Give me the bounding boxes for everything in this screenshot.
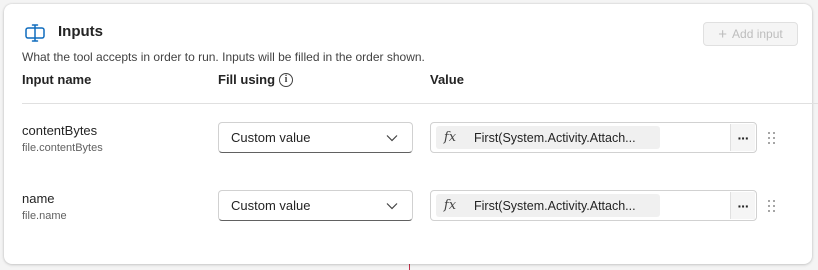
fill-using-selected: Custom value [231,130,311,145]
column-header-fill-using: Fill using i [218,72,294,87]
info-icon[interactable]: i [279,72,294,87]
section-description: What the tool accepts in order to run. I… [22,50,425,64]
more-options-button[interactable]: ··· [730,124,755,151]
column-header-input-name: Input name [22,72,92,87]
formula-chip[interactable]: fx First(System.Activity.Attach... [436,126,660,149]
fx-icon: fx [443,198,457,213]
fill-using-selected: Custom value [231,198,311,213]
value-field[interactable]: fx First(System.Activity.Attach... ··· [430,122,757,153]
inputs-card: Inputs What the tool accepts in order to… [4,4,818,264]
column-header-value: Value [430,72,464,87]
formula-chip[interactable]: fx First(System.Activity.Attach... [436,194,660,217]
drag-handle-icon[interactable] [767,131,777,145]
fill-using-dropdown[interactable]: Custom value [218,190,413,221]
chevron-down-icon [386,135,398,142]
value-field[interactable]: fx First(System.Activity.Attach... ··· [430,190,757,221]
more-options-button[interactable]: ··· [730,192,755,219]
input-name: name [22,191,55,206]
section-title: Inputs [58,23,103,40]
page-background: Inputs What the tool accepts in order to… [0,0,818,270]
plus-icon: + [718,25,728,43]
fill-using-dropdown[interactable]: Custom value [218,122,413,153]
input-row: name file.name Custom value fx First(Sys… [4,190,812,231]
add-input-label: Add input [732,27,783,41]
input-name: contentBytes [22,123,98,138]
chevron-down-icon [386,203,398,210]
header-divider [22,103,818,104]
input-row: contentBytes file.contentBytes Custom va… [4,122,812,163]
input-path: file.name [22,210,67,222]
input-path: file.contentBytes [22,142,103,154]
column-header-fill-using-label: Fill using [218,72,276,87]
fx-icon: fx [443,130,457,145]
formula-text: First(System.Activity.Attach... [474,130,636,145]
drag-handle-icon[interactable] [767,199,777,213]
input-icon [25,24,45,42]
formula-text: First(System.Activity.Attach... [474,198,636,213]
add-input-button[interactable]: + Add input [703,22,798,46]
